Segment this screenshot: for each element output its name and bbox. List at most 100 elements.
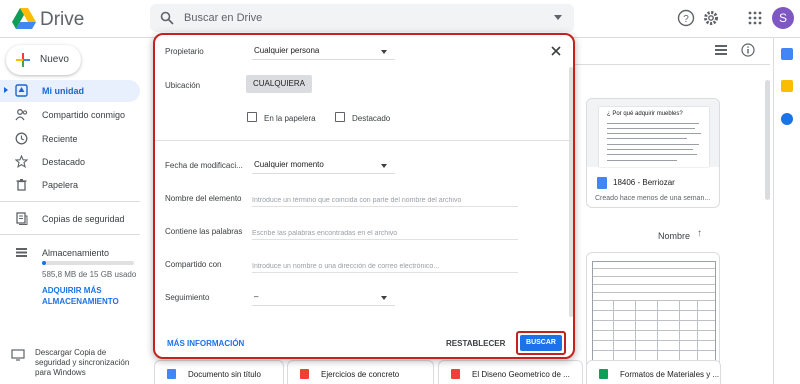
gear-icon[interactable] <box>702 9 720 27</box>
file-strip: Documento sin título Ejercicios de concr… <box>150 358 775 384</box>
owner-select-value: Cualquier persona <box>254 46 320 55</box>
starred-checkbox-label: Destacado <box>352 114 391 123</box>
advanced-search-dialog: Propietario Cualquier persona Ubicación … <box>153 33 575 359</box>
docs-icon <box>167 369 176 379</box>
preview-title: ¿ Por qué adquirir muebles? <box>607 111 683 117</box>
shared-with-input[interactable] <box>252 263 514 270</box>
modified-date-label: Fecha de modificaci... <box>165 161 243 170</box>
file-item[interactable]: El Diseno Geometrico de ... <box>438 360 583 384</box>
app-title[interactable]: Drive <box>40 9 84 31</box>
sidebar-item-label: Compartido conmigo <box>42 110 126 120</box>
search-button-highlight: BUSCAR <box>516 331 566 355</box>
sidebar-item-trash[interactable]: Papelera <box>0 174 140 196</box>
tasks-icon[interactable] <box>781 113 793 125</box>
modified-date-value: Cualquier momento <box>254 160 324 169</box>
owner-label: Propietario <box>165 47 204 56</box>
search-button[interactable]: BUSCAR <box>520 335 562 351</box>
shared-with-label: Compartido con <box>165 260 222 269</box>
storage-usage-text: 585,8 MB de 15 GB usado <box>42 270 137 279</box>
download-backup-text: Descargar Copia de seguridad y sincroniz… <box>35 348 130 377</box>
more-info-link[interactable]: MÁS INFORMACIÓN <box>167 339 244 348</box>
owner-select[interactable]: Cualquier persona <box>252 42 395 60</box>
info-icon[interactable] <box>741 43 755 57</box>
docs-icon <box>597 177 607 189</box>
list-view-icon[interactable] <box>715 45 727 55</box>
followup-value: – <box>254 292 259 301</box>
pdf-icon <box>300 369 309 379</box>
item-name-label: Nombre del elemento <box>165 194 242 203</box>
new-button-label: Nuevo <box>40 54 69 65</box>
new-button[interactable]: Nuevo <box>6 45 81 75</box>
search-placeholder[interactable]: Buscar en Drive <box>184 12 262 24</box>
file-card-berriozar[interactable]: ¿ Por qué adquirir muebles? 18406 - Berr… <box>586 98 720 208</box>
sidebar-divider <box>0 234 140 235</box>
storage-progress-fill <box>42 261 46 265</box>
download-backup-link[interactable]: Descargar Copia de seguridad y sincroniz… <box>0 344 140 384</box>
clock-icon <box>15 132 28 145</box>
followup-select[interactable]: – <box>252 288 395 306</box>
sort-by-name-button[interactable]: Nombre <box>658 231 690 241</box>
file-item[interactable]: Ejercicios de concreto <box>287 360 434 384</box>
main-scrollbar[interactable] <box>765 80 770 200</box>
sidebar-item-label: Destacado <box>42 157 86 167</box>
help-icon[interactable]: ? <box>677 9 695 27</box>
file-card-subtitle: Creado hace menos de una seman... <box>595 195 711 202</box>
sidebar-item-label: Mi unidad <box>42 86 84 96</box>
file-name: Ejercicios de concreto <box>321 370 400 379</box>
expand-arrow-icon[interactable] <box>4 87 8 93</box>
sidebar-item-label: Almacenamiento <box>42 248 110 258</box>
backup-icon <box>16 212 28 225</box>
reset-button[interactable]: RESTABLECER <box>446 339 505 348</box>
sidebar-item-starred[interactable]: Destacado <box>0 151 140 173</box>
monitor-icon <box>11 349 25 361</box>
dialog-divider <box>155 140 573 141</box>
people-icon <box>15 109 28 121</box>
sidebar-divider <box>0 201 140 202</box>
pdf-icon <box>451 369 460 379</box>
item-name-field[interactable] <box>252 189 518 207</box>
search-icon[interactable] <box>160 11 174 25</box>
keep-icon[interactable] <box>781 80 793 92</box>
contains-words-field[interactable] <box>252 222 518 240</box>
trash-icon <box>16 179 27 191</box>
file-item[interactable]: Formatos de Materiales y ... <box>586 360 721 384</box>
item-name-input[interactable] <box>252 197 514 204</box>
storage-progress-bar <box>42 261 134 265</box>
sidebar-item-backups[interactable]: Copias de seguridad <box>0 208 140 230</box>
sidebar-item-recent[interactable]: Reciente <box>0 128 140 150</box>
calendar-icon[interactable] <box>781 48 793 60</box>
trash-checkbox[interactable] <box>247 112 257 122</box>
sidebar: Nuevo Mi unidad Compartido conmigo Recie… <box>0 38 150 384</box>
dialog-scrollbar[interactable] <box>569 67 573 317</box>
file-name: El Diseno Geometrico de ... <box>472 370 570 379</box>
file-item[interactable]: Documento sin título <box>154 360 284 384</box>
location-anywhere-chip[interactable]: CUALQUIERA <box>246 75 312 93</box>
sort-direction-icon[interactable]: ↑ <box>697 228 702 239</box>
file-thumbnail: ¿ Por qué adquirir muebles? <box>587 99 719 167</box>
sidebar-item-label: Papelera <box>42 180 79 190</box>
shared-with-field[interactable] <box>252 255 518 273</box>
search-bar[interactable]: Buscar en Drive <box>150 4 574 32</box>
location-label: Ubicación <box>165 81 201 90</box>
modified-date-select[interactable]: Cualquier momento <box>252 156 395 174</box>
close-icon[interactable] <box>549 44 563 58</box>
followup-label: Seguimiento <box>165 293 210 302</box>
drive-logo-icon[interactable] <box>12 8 36 30</box>
search-options-icon[interactable] <box>554 15 562 20</box>
sidebar-item-shared[interactable]: Compartido conmigo <box>0 104 140 126</box>
sidebar-item-my-drive[interactable]: Mi unidad <box>0 80 140 102</box>
contains-words-label: Contiene las palabras <box>165 227 243 236</box>
contains-words-input[interactable] <box>252 230 514 237</box>
avatar[interactable]: S <box>772 7 794 29</box>
apps-grid-icon[interactable] <box>746 9 764 27</box>
svg-text:?: ? <box>683 14 689 25</box>
storage-icon <box>16 248 27 257</box>
chevron-down-icon <box>381 50 387 54</box>
starred-checkbox[interactable] <box>335 112 345 122</box>
my-drive-icon <box>15 84 28 97</box>
sheets-icon <box>599 369 608 379</box>
upgrade-storage-link[interactable]: ADQUIRIR MÁS ALMACENAMIENTO <box>42 285 122 307</box>
file-card-spreadsheet[interactable] <box>586 252 720 372</box>
document-preview: ¿ Por qué adquirir muebles? <box>599 107 709 167</box>
chevron-down-icon <box>381 296 387 300</box>
